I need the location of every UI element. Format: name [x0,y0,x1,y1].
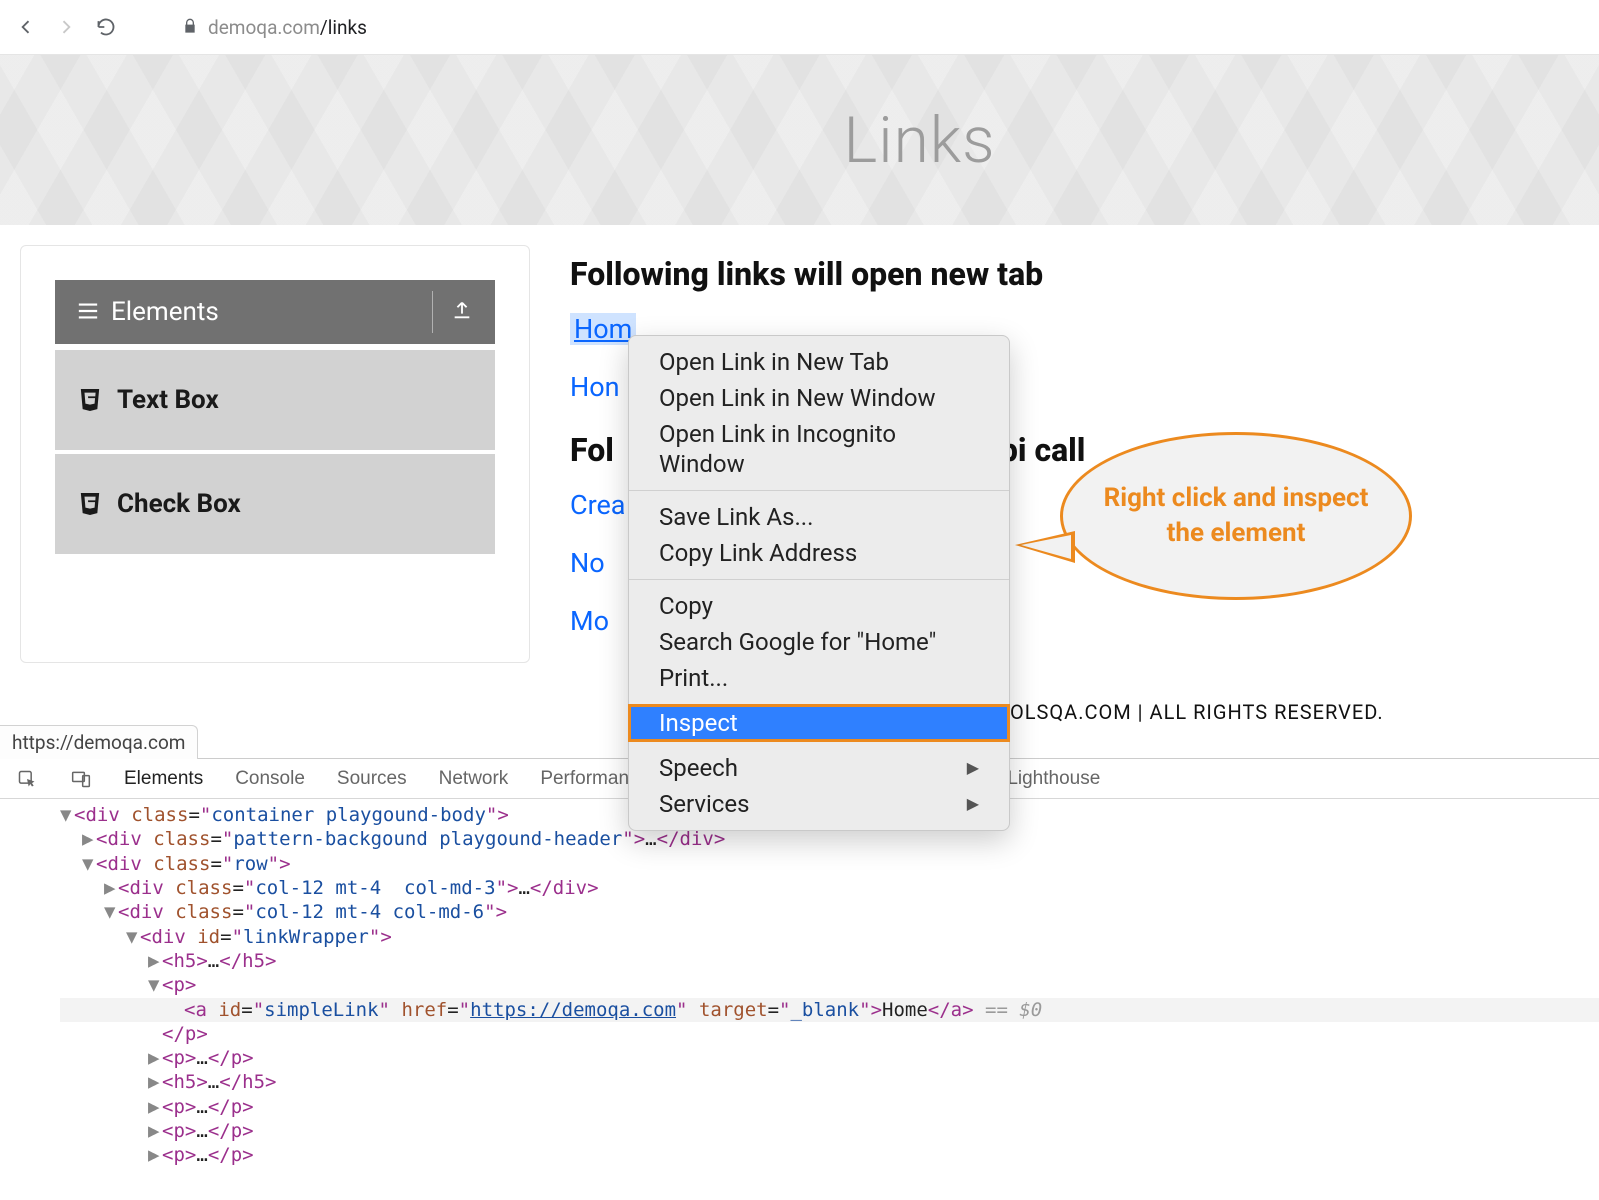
chevron-right-icon: ▶ [967,758,979,778]
address-bar[interactable]: demoqa.com/links [168,9,1587,45]
cm-inspect[interactable]: Inspect [629,705,1009,741]
devtools-tab-console[interactable]: Console [235,768,305,790]
cm-open-new-tab[interactable]: Open Link in New Tab [629,344,1009,380]
browser-toolbar: demoqa.com/links [0,0,1599,55]
device-toolbar-icon[interactable] [70,768,92,790]
html5-icon [79,387,101,413]
cm-speech[interactable]: Speech▶ [629,750,1009,786]
sidebar-item-label: Text Box [117,385,219,415]
page-header: Links [0,55,1599,225]
cm-save-link-as[interactable]: Save Link As... [629,499,1009,535]
lock-icon [182,16,198,39]
menu-icon [77,297,99,327]
devtools-tab-elements[interactable]: Elements [124,768,203,790]
callout-text: Right click and inspect the element [1091,481,1381,551]
reload-button[interactable] [92,13,120,41]
sidebar-item-label: Check Box [117,489,241,519]
devtools-tab-sources[interactable]: Sources [337,768,407,790]
cm-services[interactable]: Services▶ [629,786,1009,822]
cm-copy-link-address[interactable]: Copy Link Address [629,535,1009,571]
devtools-selected-node[interactable]: <a id="simpleLink" href="https://demoqa.… [60,998,1599,1022]
page-title: Links [843,103,995,178]
context-menu: Open Link in New Tab Open Link in New Wi… [628,335,1010,831]
upload-icon [451,299,473,325]
sidebar-header-label: Elements [111,297,219,327]
devtools-tab-network[interactable]: Network [439,768,509,790]
inspect-element-icon[interactable] [16,768,38,790]
cm-open-incognito[interactable]: Open Link in Incognito Window [629,416,1009,482]
chevron-right-icon: ▶ [967,794,979,814]
footer-text: OLSQA.COM | ALL RIGHTS RESERVED. [1010,700,1384,724]
url-host: demoqa.com [208,16,320,39]
sidebar-item-textbox[interactable]: Text Box [55,350,495,450]
heading-newtab: Following links will open new tab [570,255,1579,293]
forward-button[interactable] [52,13,80,41]
link-home[interactable]: Hom [570,313,636,345]
cm-print[interactable]: Print... [629,660,1009,696]
devtools-dom-tree[interactable]: ▼<div class="container playgound-body"> … [0,799,1599,1168]
back-button[interactable] [12,13,40,41]
html5-icon [79,491,101,517]
cm-copy[interactable]: Copy [629,588,1009,624]
status-bar-link: https://demoqa.com [0,725,198,759]
devtools-tab-lighthouse[interactable]: Lighthouse [1007,768,1100,790]
divider [432,291,433,333]
sidebar-accordion-elements[interactable]: Elements [55,280,495,344]
cm-search-google[interactable]: Search Google for "Home" [629,624,1009,660]
sidebar-item-checkbox[interactable]: Check Box [55,454,495,554]
annotation-callout: Right click and inspect the element [1060,432,1412,600]
sidebar: Elements Text Box Check Box [20,245,530,663]
url-path: /links [320,16,367,39]
cm-open-new-window[interactable]: Open Link in New Window [629,380,1009,416]
